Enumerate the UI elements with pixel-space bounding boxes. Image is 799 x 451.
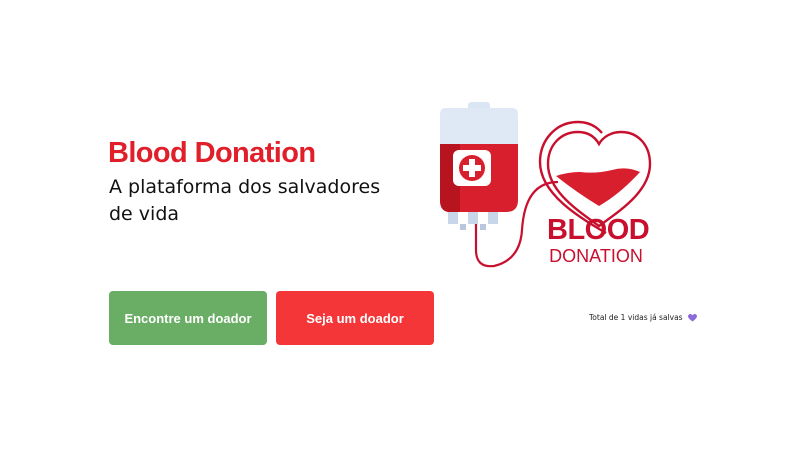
lives-saved-text: Total de 1 vidas já salvas <box>589 313 683 322</box>
blood-bag-icon <box>440 102 518 230</box>
hero-subtitle: A plataforma dos salvadores de vida <box>109 176 381 225</box>
find-donor-button[interactable]: Encontre um doador <box>109 291 267 345</box>
hero-title: Blood Donation <box>108 137 316 169</box>
become-donor-button[interactable]: Seja um doador <box>276 291 434 345</box>
purple-heart-icon <box>687 313 697 322</box>
logo-donation-text: DONATION <box>549 246 643 266</box>
logo-blood-text: BLOOD <box>547 214 650 246</box>
lives-saved-counter: Total de 1 vidas já salvas <box>589 313 697 322</box>
